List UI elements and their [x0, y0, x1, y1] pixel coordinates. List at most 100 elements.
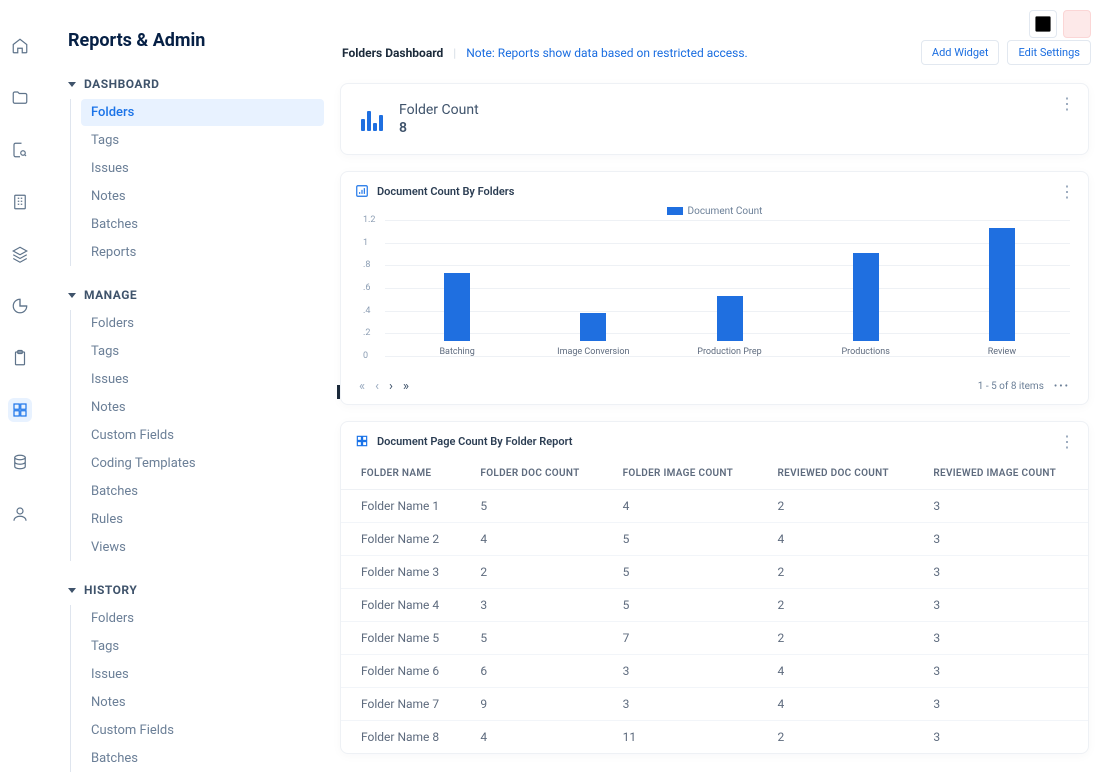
page-prev-icon[interactable]: ‹ — [375, 379, 379, 394]
chart-title: Document Count By Folders — [377, 185, 514, 198]
nav-item-reports[interactable]: Reports — [81, 239, 324, 266]
edit-settings-button[interactable]: Edit Settings — [1007, 40, 1091, 65]
table-row[interactable]: Folder Name 32523 — [341, 556, 1088, 589]
user-icon[interactable] — [8, 502, 32, 526]
nav-item-tags[interactable]: Tags — [81, 127, 324, 154]
table-cell: 6 — [466, 655, 608, 688]
nav-item-notes[interactable]: Notes — [81, 394, 324, 421]
table-cell: 3 — [919, 688, 1088, 721]
table-row[interactable]: Folder Name 43523 — [341, 589, 1088, 622]
database-icon[interactable] — [8, 450, 32, 474]
table-cell: 4 — [764, 688, 920, 721]
bar-label: Image Conversion — [557, 347, 629, 357]
add-widget-button[interactable]: Add Widget — [921, 40, 1000, 65]
nav-item-issues[interactable]: Issues — [81, 366, 324, 393]
pager-status: 1 - 5 of 8 items — [978, 381, 1044, 392]
table-cell: 2 — [764, 589, 920, 622]
table-row[interactable]: Folder Name 841123 — [341, 721, 1088, 754]
nav-item-batches[interactable]: Batches — [81, 745, 324, 772]
bar[interactable] — [853, 253, 879, 341]
column-header[interactable]: FOLDER IMAGE COUNT — [609, 458, 764, 490]
nav-item-custom-fields[interactable]: Custom Fields — [81, 717, 324, 744]
table-cell: Folder Name 6 — [341, 655, 466, 688]
widget-menu-icon[interactable]: ⋮ — [1059, 94, 1076, 113]
bar[interactable] — [717, 296, 743, 341]
nav-item-folders[interactable]: Folders — [81, 99, 324, 126]
kpi-title: Folder Count — [399, 102, 479, 118]
table-row[interactable]: Folder Name 55723 — [341, 622, 1088, 655]
folder-count-widget: ⋮ Folder Count 8 — [340, 83, 1089, 155]
nav-item-notes[interactable]: Notes — [81, 689, 324, 716]
table-cell: Folder Name 2 — [341, 523, 466, 556]
clipboard-icon[interactable] — [8, 346, 32, 370]
bars-icon — [361, 107, 383, 131]
maximize-button[interactable] — [1029, 10, 1057, 38]
folder-icon[interactable] — [8, 86, 32, 110]
nav-item-tags[interactable]: Tags — [81, 338, 324, 365]
chart-legend: Document Count — [355, 206, 1074, 217]
table-cell: 5 — [609, 589, 764, 622]
table-row[interactable]: Folder Name 15423 — [341, 490, 1088, 523]
icon-rail — [0, 0, 40, 778]
nav-item-notes[interactable]: Notes — [81, 183, 324, 210]
column-header[interactable]: FOLDER NAME — [341, 458, 466, 490]
bar-label: Batching — [439, 347, 474, 357]
table-cell: 5 — [466, 490, 608, 523]
nav-item-folders[interactable]: Folders — [81, 605, 324, 632]
nav-item-batches[interactable]: Batches — [81, 211, 324, 238]
page-count-table-widget: ⋮ Document Page Count By Folder Report F… — [340, 421, 1089, 754]
more-icon[interactable]: ••• — [1054, 381, 1070, 392]
grid-icon — [355, 434, 369, 448]
nav-item-issues[interactable]: Issues — [81, 661, 324, 688]
bar[interactable] — [580, 313, 606, 341]
table-row[interactable]: Folder Name 24543 — [341, 523, 1088, 556]
bar-slot: Productions — [798, 253, 934, 357]
table-cell: 4 — [609, 490, 764, 523]
column-header[interactable]: REVIEWED IMAGE COUNT — [919, 458, 1088, 490]
bar[interactable] — [989, 228, 1015, 341]
nav-item-rules[interactable]: Rules — [81, 506, 324, 533]
layers-icon[interactable] — [8, 242, 32, 266]
nav-item-batches[interactable]: Batches — [81, 478, 324, 505]
widget-menu-icon[interactable]: ⋮ — [1059, 432, 1076, 451]
table-cell: Folder Name 1 — [341, 490, 466, 523]
table-cell: 9 — [466, 688, 608, 721]
bar-label: Production Prep — [697, 347, 761, 357]
table-cell: 2 — [764, 556, 920, 589]
widget-menu-icon[interactable]: ⋮ — [1059, 182, 1076, 201]
column-header[interactable]: FOLDER DOC COUNT — [466, 458, 608, 490]
table-cell: 7 — [609, 622, 764, 655]
nav-group-dashboard[interactable]: DASHBOARD — [68, 73, 324, 95]
nav-group-history[interactable]: HISTORY — [68, 579, 324, 601]
nav-item-custom-fields[interactable]: Custom Fields — [81, 422, 324, 449]
pie-icon[interactable] — [8, 294, 32, 318]
table-cell: 5 — [609, 523, 764, 556]
nav-item-tags[interactable]: Tags — [81, 633, 324, 660]
home-icon[interactable] — [8, 34, 32, 58]
table-cell: 3 — [919, 490, 1088, 523]
table-cell: Folder Name 7 — [341, 688, 466, 721]
dashboard-icon[interactable] — [8, 398, 32, 422]
table-cell: Folder Name 4 — [341, 589, 466, 622]
bar-slot: Production Prep — [661, 296, 797, 357]
column-header[interactable]: REVIEWED DOC COUNT — [764, 458, 920, 490]
building-icon[interactable] — [8, 190, 32, 214]
nav-item-folders[interactable]: Folders — [81, 310, 324, 337]
page-first-icon[interactable]: « — [359, 379, 365, 394]
table-title: Document Page Count By Folder Report — [377, 435, 573, 448]
nav-group-manage[interactable]: MANAGE — [68, 284, 324, 306]
page-last-icon[interactable]: » — [403, 379, 409, 394]
nav-item-coding-templates[interactable]: Coding Templates — [81, 450, 324, 477]
bar[interactable] — [444, 273, 470, 341]
nav-item-views[interactable]: Views — [81, 534, 324, 561]
table-cell: 4 — [466, 523, 608, 556]
table-row[interactable]: Folder Name 66343 — [341, 655, 1088, 688]
search-file-icon[interactable] — [8, 138, 32, 162]
close-button[interactable] — [1063, 10, 1091, 38]
table-row[interactable]: Folder Name 79343 — [341, 688, 1088, 721]
page-next-icon[interactable]: › — [389, 379, 393, 394]
table-cell: 3 — [919, 589, 1088, 622]
table-cell: 3 — [466, 589, 608, 622]
bar-slot: Image Conversion — [525, 313, 661, 357]
nav-item-issues[interactable]: Issues — [81, 155, 324, 182]
